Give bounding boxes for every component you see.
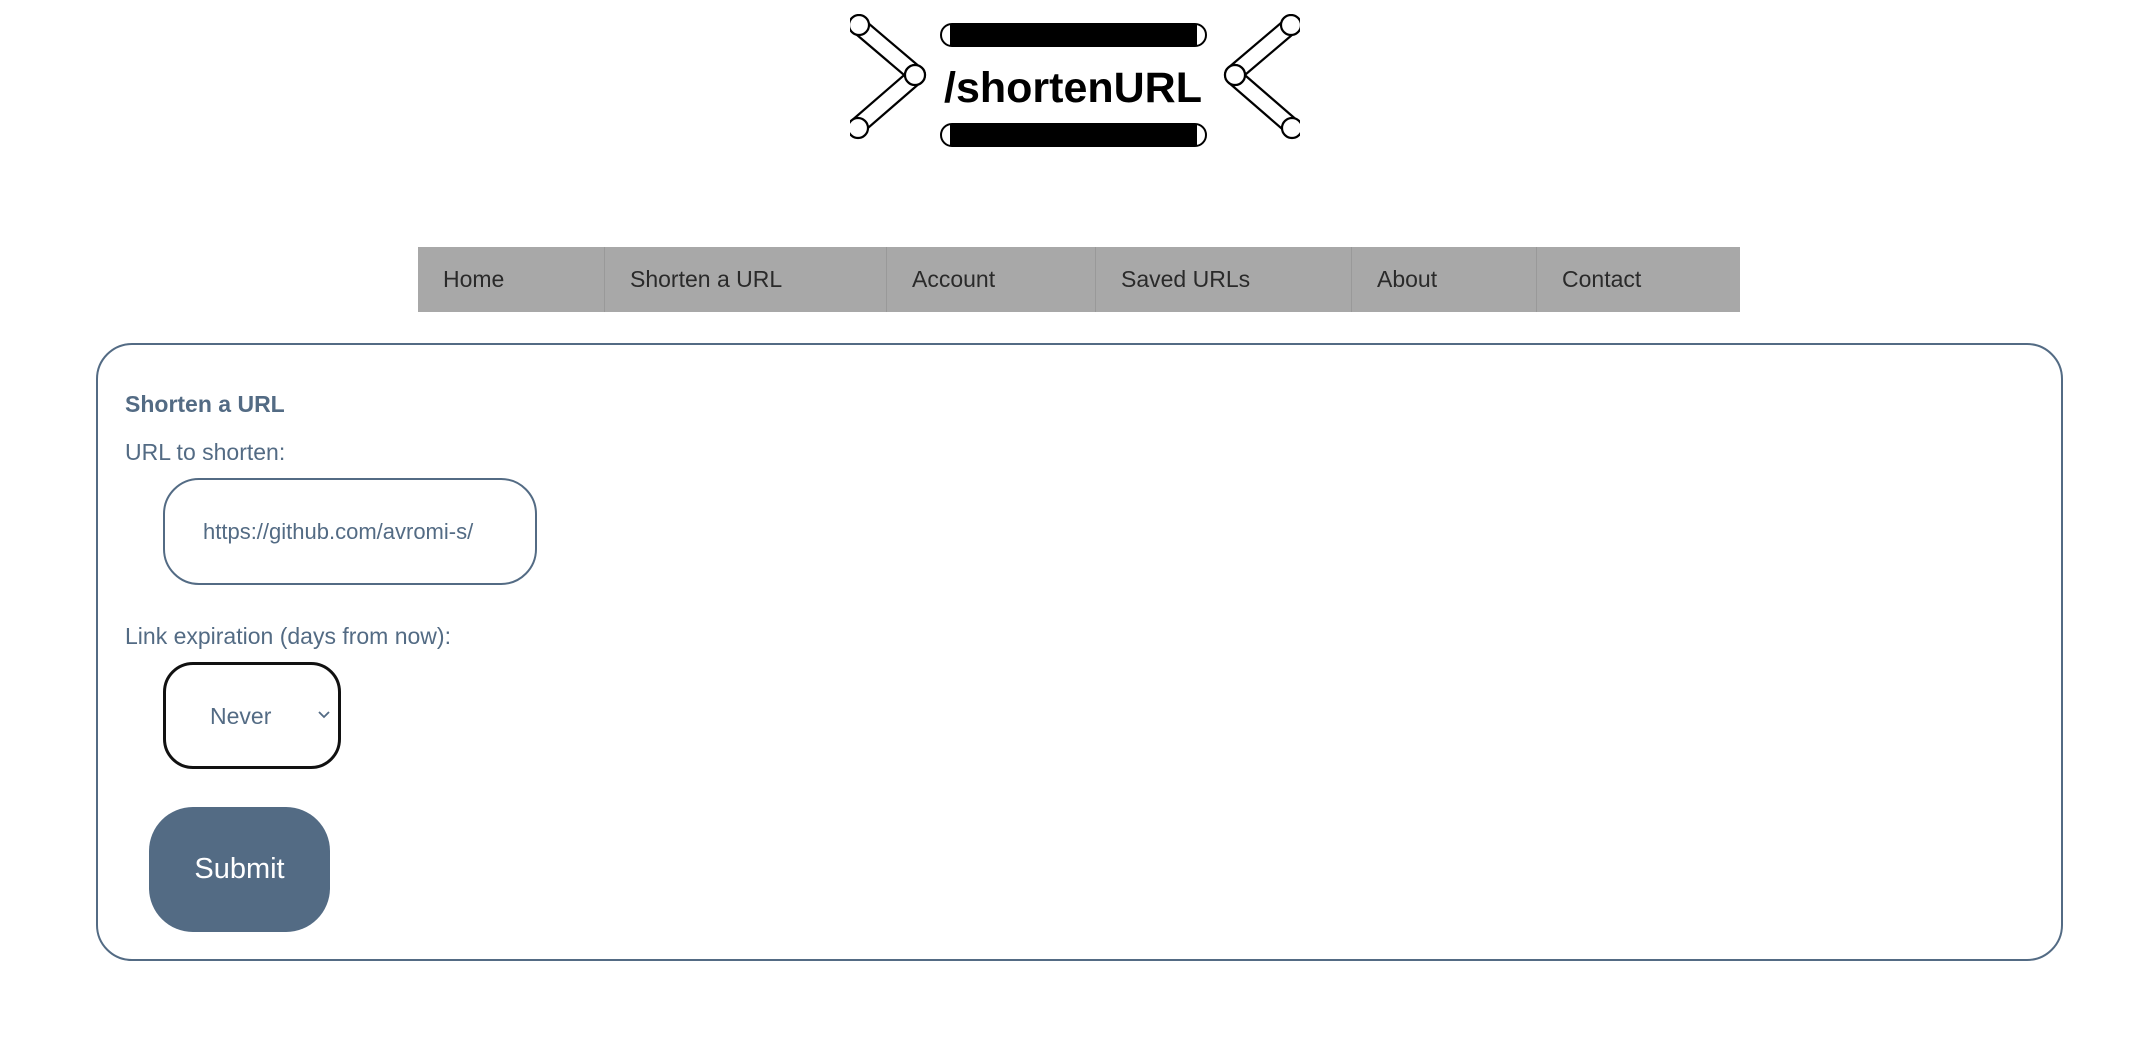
submit-button[interactable]: Submit — [149, 807, 330, 932]
logo-text: /shortenURL — [944, 64, 1202, 112]
expiration-select[interactable]: Never — [163, 662, 341, 769]
nav-item-shorten-url[interactable]: Shorten a URL — [604, 247, 886, 312]
form-title: Shorten a URL — [125, 391, 285, 417]
nav-item-home[interactable]: Home — [418, 247, 604, 312]
chain-link-logo-icon: /shortenURL — [850, 14, 1300, 147]
expiration-label: Link expiration (days from now): — [125, 623, 451, 649]
site-logo[interactable]: /shortenURL — [850, 14, 1300, 156]
page: /shortenURL Home Shorten a URL Account S… — [0, 0, 2141, 1041]
nav-item-about[interactable]: About — [1351, 247, 1536, 312]
main-nav: Home Shorten a URL Account Saved URLs Ab… — [418, 247, 1740, 312]
nav-item-account[interactable]: Account — [886, 247, 1095, 312]
url-input[interactable] — [163, 478, 537, 585]
nav-item-saved-urls[interactable]: Saved URLs — [1095, 247, 1351, 312]
expiration-selected-value: Never — [210, 703, 272, 729]
nav-item-contact[interactable]: Contact — [1536, 247, 1740, 312]
chevron-down-icon — [318, 711, 330, 719]
url-label: URL to shorten: — [125, 439, 286, 465]
shorten-url-form: Shorten a URL URL to shorten: Link expir… — [96, 343, 2063, 961]
